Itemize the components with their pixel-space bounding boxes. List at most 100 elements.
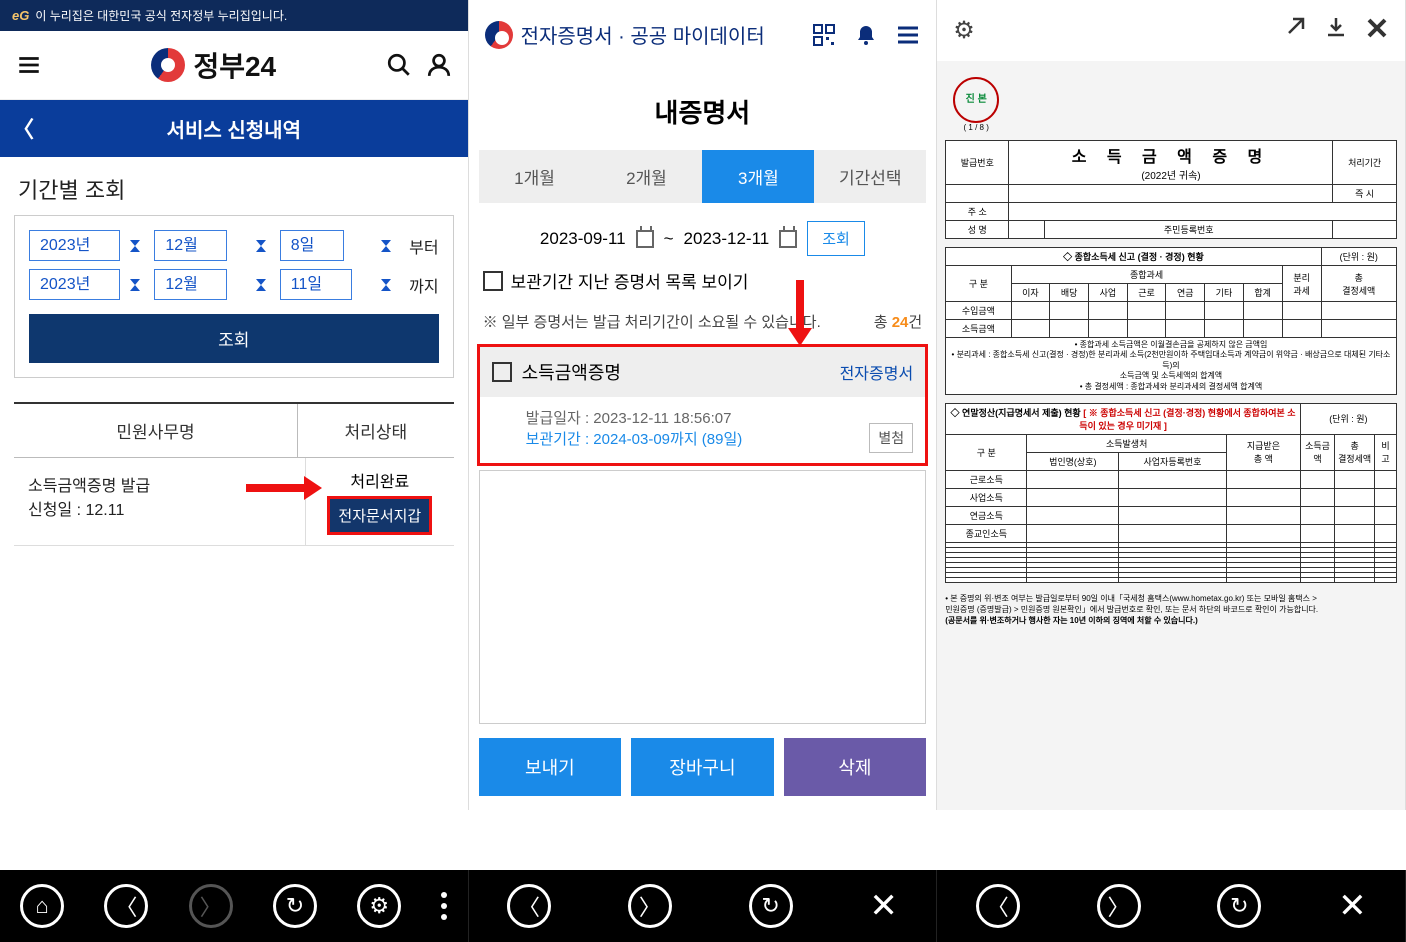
- menu-icon[interactable]: [16, 52, 42, 78]
- keep-period: 2024-03-09까지 (89일): [593, 431, 742, 448]
- menu-icon[interactable]: [896, 23, 920, 47]
- document-viewer[interactable]: 진 본 ( 1 / 8 ) 발급번호 소 득 금 액 증 명(2022년 귀속)…: [937, 61, 1405, 810]
- list-empty-area: [479, 470, 927, 724]
- from-day-select[interactable]: 8일: [280, 230, 344, 261]
- nav-back-icon[interactable]: 〈: [976, 884, 1020, 928]
- pane-gov24: eG 이 누리집은 대한민국 공식 전자정부 누리집입니다. 정부24 〈 서비…: [0, 0, 469, 810]
- nav-home-icon[interactable]: ⌂: [20, 884, 64, 928]
- calendar-icon[interactable]: [636, 230, 654, 248]
- tab-1month[interactable]: 1개월: [479, 150, 591, 203]
- tab-custom[interactable]: 기간선택: [814, 150, 926, 203]
- tilde: ~: [664, 229, 674, 249]
- table-row: 소득금액증명 발급 신청일 : 12.11 처리완료 전자문서지갑: [14, 458, 454, 546]
- nav-reload-icon[interactable]: ↻: [273, 884, 317, 928]
- qr-icon[interactable]: [812, 23, 836, 47]
- attach-button[interactable]: 별첨: [869, 423, 913, 453]
- tab-3month[interactable]: 3개월: [702, 150, 814, 203]
- gov-banner: eG 이 누리집은 대한민국 공식 전자정부 누리집입니다.: [0, 0, 468, 31]
- logo2[interactable]: 전자증명서 · 공공 마이데이터: [485, 20, 765, 49]
- logo-text: 정부24: [193, 45, 276, 85]
- issued-date: 2023-12-11 18:56:07: [593, 410, 731, 427]
- doc-section1-table: ◇ 종합소득세 신고 (결정 · 경정) 현황(단위 : 원) 구 분종합과세분…: [945, 247, 1397, 395]
- gear-icon[interactable]: ⚙: [953, 16, 975, 45]
- nav-more-icon[interactable]: [441, 892, 447, 920]
- item-checkbox-icon[interactable]: [492, 362, 512, 382]
- to-label: 까지: [409, 273, 438, 297]
- banner-text: 이 누리집은 대한민국 공식 전자정부 누리집입니다.: [35, 7, 287, 24]
- header3: ⚙: [937, 0, 1405, 61]
- nav-settings-icon[interactable]: ⚙: [357, 884, 401, 928]
- logo2-text: 전자증명서 · 공공 마이데이터: [521, 20, 765, 49]
- from-label: 부터: [409, 234, 438, 258]
- share-icon[interactable]: [1285, 16, 1307, 38]
- from-month-select[interactable]: 12월: [154, 230, 227, 261]
- download-icon[interactable]: [1325, 16, 1347, 38]
- nav-back-icon[interactable]: 〈: [104, 884, 148, 928]
- nav-back-icon[interactable]: 〈: [507, 884, 551, 928]
- page-title-bar: 〈 서비스 신청내역: [0, 100, 468, 157]
- eg-badge: eG: [12, 8, 29, 23]
- user-icon[interactable]: [426, 52, 452, 78]
- arrow-annotation-icon: [796, 280, 804, 330]
- arrow-annotation-icon: [246, 484, 306, 492]
- gov-logo-icon: [485, 21, 513, 49]
- row-status: 처리완료: [314, 468, 446, 492]
- row-date: 신청일 : 12.11: [28, 496, 291, 520]
- query-button[interactable]: 조회: [29, 314, 439, 363]
- calendar-icon[interactable]: [779, 230, 797, 248]
- note-text: ※ 일부 증명서는 발급 처리기간이 소요될 수 있습니다.: [483, 311, 821, 332]
- range-from: 2023-09-11: [540, 229, 626, 249]
- section-title: 기간별 조회: [0, 157, 468, 215]
- nav-forward-icon[interactable]: 〉: [1097, 884, 1141, 928]
- nav-forward-icon[interactable]: 〉: [189, 884, 233, 928]
- nav-close-icon[interactable]: ✕: [1338, 886, 1367, 926]
- close-icon[interactable]: [1365, 16, 1389, 40]
- date-range: 2023-09-11 ~ 2023-12-11 조회: [469, 203, 937, 268]
- range-query-button[interactable]: 조회: [807, 221, 865, 256]
- nav-forward-icon[interactable]: 〉: [628, 884, 672, 928]
- range-to: 2023-12-11: [684, 229, 770, 249]
- nav-reload-icon[interactable]: ↻: [1217, 884, 1261, 928]
- to-year-select[interactable]: 2023년: [29, 269, 120, 300]
- to-month-select[interactable]: 12월: [154, 269, 227, 300]
- to-day-select[interactable]: 11일: [280, 269, 352, 300]
- search-icon[interactable]: [386, 52, 412, 78]
- wallet-button[interactable]: 전자문서지갑: [327, 496, 432, 535]
- period-tabs: 1개월 2개월 3개월 기간선택: [479, 150, 927, 203]
- nav-bar: ⌂ 〈 〉 ↻ ⚙ 〈 〉 ↻ ✕ 〈 〉 ↻ ✕: [0, 870, 1406, 942]
- nav-close-icon[interactable]: ✕: [869, 886, 898, 926]
- delete-button[interactable]: 삭제: [784, 738, 927, 796]
- doc-footnote: • 본 증명의 위·변조 여부는 발급일로부터 90일 이내「국세청 홈택스(w…: [945, 593, 1397, 627]
- checkbox-icon[interactable]: [483, 271, 503, 291]
- nav-reload-icon[interactable]: ↻: [749, 884, 793, 928]
- total-count: 24: [892, 314, 909, 331]
- date-query-box: 2023년 12월 8일 부터 2023년 12월 11일 까지 조회: [14, 215, 454, 378]
- checkbox-label: 보관기간 지난 증명서 목록 보이기: [511, 268, 749, 293]
- logo[interactable]: 정부24: [151, 45, 276, 85]
- doc-title: 소 득 금 액 증 명: [1012, 143, 1329, 167]
- cert-item[interactable]: 소득금액증명 전자증명서 발급일자 : 2023-12-11 18:56:07 …: [477, 344, 929, 466]
- cart-button[interactable]: 장바구니: [631, 738, 774, 796]
- pane-document: ⚙ 진 본 ( 1 / 8 ) 발급번호 소 득 금 액 증 명(2022년 귀…: [937, 0, 1406, 810]
- page-title: 서비스 신청내역: [167, 120, 301, 142]
- pane-cert: 전자증명서 · 공공 마이데이터 내증명서 1개월 2개월 3개월 기간선택 2…: [469, 0, 938, 810]
- cert-name: 소득금액증명: [522, 359, 830, 385]
- send-button[interactable]: 보내기: [479, 738, 622, 796]
- cert-badge: 전자증명서: [840, 360, 914, 384]
- action-bar: 보내기 장바구니 삭제: [469, 724, 937, 810]
- table-header: 민원사무명 처리상태: [14, 402, 454, 458]
- page-title: 내증명서: [469, 69, 937, 150]
- page-indicator: ( 1 / 8 ): [953, 123, 999, 132]
- gov-logo-icon: [151, 48, 185, 82]
- th-service: 민원사무명: [14, 404, 298, 457]
- expired-checkbox-row[interactable]: 보관기간 지난 증명서 목록 보이기: [469, 268, 937, 303]
- doc-header-table: 발급번호 소 득 금 액 증 명(2022년 귀속) 처리기간 즉 시 주 소 …: [945, 140, 1397, 239]
- tab-2month[interactable]: 2개월: [591, 150, 703, 203]
- th-status: 처리상태: [298, 404, 454, 457]
- header2: 전자증명서 · 공공 마이데이터: [469, 0, 937, 69]
- bell-icon[interactable]: [854, 23, 878, 47]
- header: 정부24: [0, 31, 468, 100]
- back-icon[interactable]: 〈: [12, 112, 34, 144]
- note-row: ※ 일부 증명서는 발급 처리기간이 소요될 수 있습니다. 총 24건: [469, 303, 937, 340]
- from-year-select[interactable]: 2023년: [29, 230, 120, 261]
